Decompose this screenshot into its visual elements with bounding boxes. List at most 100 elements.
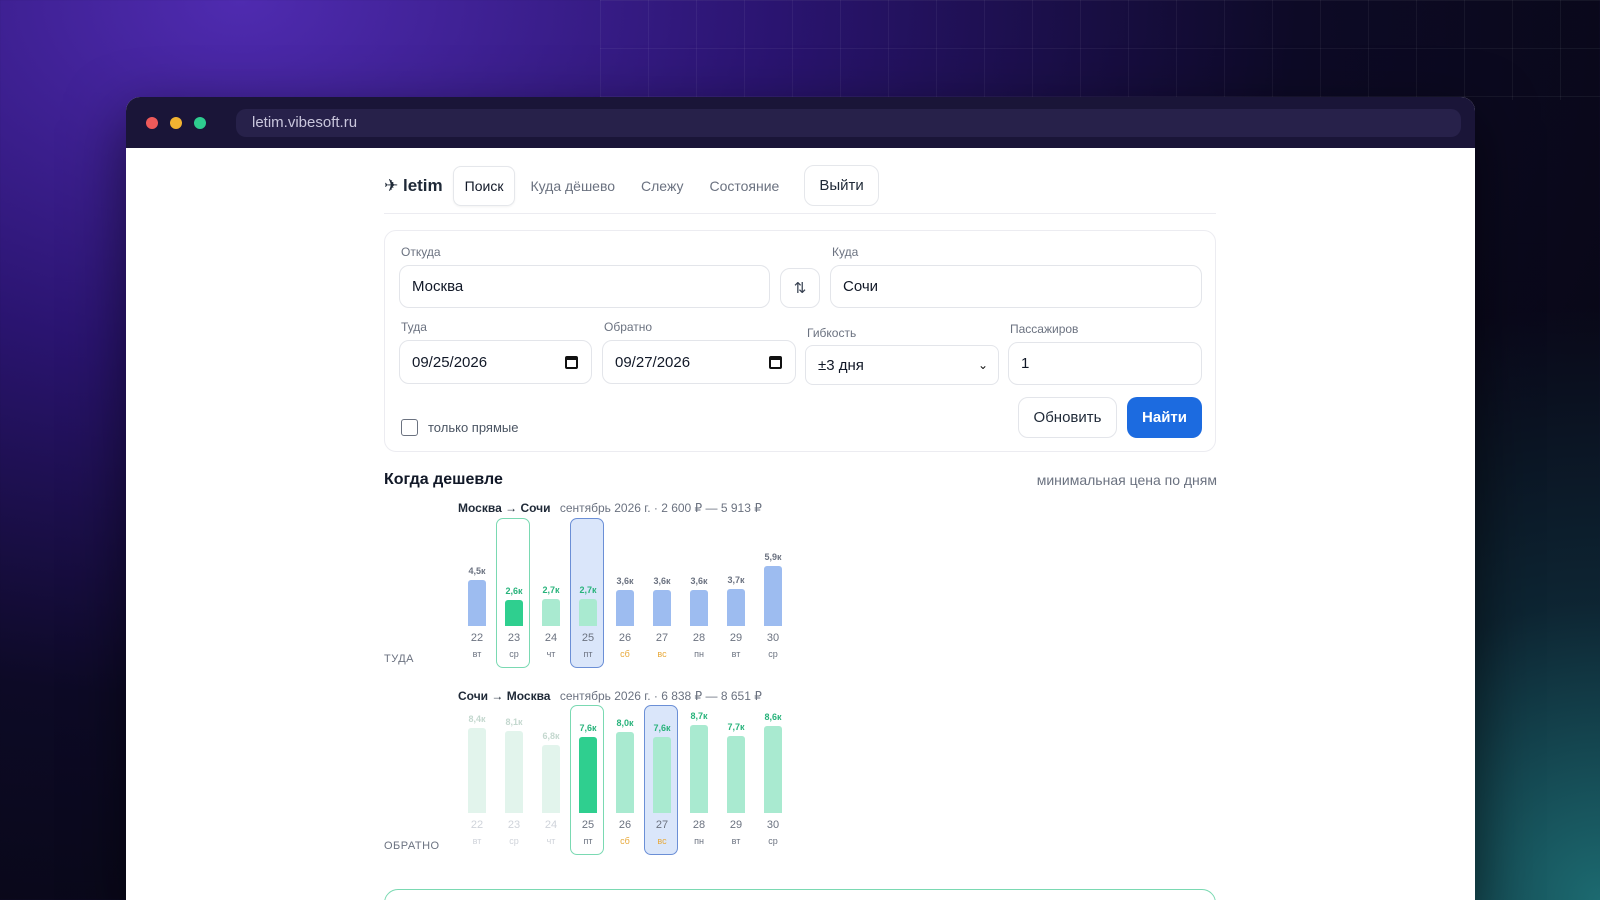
return-label: Обратно	[604, 320, 653, 334]
find-button[interactable]: Найти	[1127, 397, 1202, 438]
direct-only-option[interactable]: только прямые	[401, 419, 518, 436]
day-number: 25	[581, 632, 595, 644]
weekday-label: пн	[694, 649, 704, 659]
weekday-label: пт	[583, 649, 593, 659]
price-label: 8,4к	[468, 714, 486, 724]
day-number: 23	[507, 819, 521, 831]
maximize-window-icon[interactable]	[194, 116, 206, 129]
price-bar[interactable]	[579, 599, 597, 626]
price-bar[interactable]	[764, 726, 782, 813]
day-number: 23	[507, 632, 521, 644]
price-bar[interactable]	[468, 580, 486, 626]
price-label: 3,7к	[727, 575, 745, 585]
browser-window: letim.vibesoft.ru ✈ letim Поиск Куда дёш…	[126, 97, 1475, 900]
price-bar[interactable]	[653, 737, 671, 813]
weekday-label: пт	[583, 836, 593, 846]
weekday-label: чт	[546, 649, 556, 659]
price-label: 7,6к	[653, 723, 671, 733]
depart-date-value: 09/25/2026	[412, 353, 488, 371]
to-field[interactable]: Сочи	[830, 265, 1202, 308]
day-number: 25	[581, 819, 595, 831]
weekday-label: чт	[546, 836, 556, 846]
day-number: 27	[655, 819, 669, 831]
from-label: Откуда	[401, 245, 441, 259]
passengers-input[interactable]: 1	[1008, 342, 1202, 385]
day-number: 28	[692, 632, 706, 644]
return-to: Москва	[506, 689, 551, 703]
section-title: Когда дешевле	[384, 471, 503, 488]
return-route-header: Сочи → Москва сентябрь 2026 г. · 6 838 ₽…	[458, 689, 762, 703]
price-bar[interactable]	[690, 725, 708, 813]
calendar-icon[interactable]	[769, 356, 782, 369]
weekday-label: пн	[694, 836, 704, 846]
tab-search[interactable]: Поиск	[452, 165, 516, 206]
depart-date-field[interactable]: 09/25/2026	[399, 340, 592, 384]
return-meta: сентябрь 2026 г. · 6 838 ₽ — 8 651 ₽	[559, 689, 762, 703]
to-value: Сочи	[843, 278, 879, 295]
calendar-icon[interactable]	[565, 356, 578, 369]
app-logo[interactable]: ✈ letim	[384, 176, 443, 196]
weekday-label: вт	[731, 649, 741, 659]
top-nav: ✈ letim Поиск Куда дёшево Слежу Состояни…	[384, 158, 1216, 214]
depart-label: Туда	[401, 320, 427, 334]
outbound-from: Москва	[458, 501, 502, 515]
price-bar[interactable]	[505, 731, 523, 813]
weekday-label: сб	[620, 649, 630, 659]
weekday-label: ср	[768, 649, 778, 659]
outbound-to: Сочи	[520, 501, 551, 515]
weekday-label: вт	[472, 836, 482, 846]
minimize-window-icon[interactable]	[170, 116, 182, 129]
price-label: 8,6к	[764, 712, 782, 722]
direct-only-checkbox[interactable]	[401, 419, 418, 436]
price-label: 3,6к	[690, 576, 708, 586]
price-bar[interactable]	[505, 600, 523, 626]
swap-icon: ⇅	[793, 280, 807, 297]
logout-button[interactable]: Выйти	[804, 165, 879, 206]
outbound-price-chart: 4,5к 22 вт 2,6к 23 ср 2,7к 24 чт 2,7к 25 пт 3,6к 26 сб…	[460, 518, 790, 670]
from-field[interactable]: Москва	[399, 265, 770, 308]
price-label: 3,6к	[616, 576, 634, 586]
price-bar[interactable]	[616, 590, 634, 626]
swap-cities-button[interactable]: ⇅	[780, 268, 820, 308]
address-bar[interactable]: letim.vibesoft.ru	[236, 108, 1461, 137]
outbound-meta: сентябрь 2026 г. · 2 600 ₽ — 5 913 ₽	[559, 501, 762, 515]
tab-status[interactable]: Состояние	[698, 167, 790, 205]
price-bar[interactable]	[727, 736, 745, 813]
price-bar[interactable]	[616, 732, 634, 813]
day-number: 30	[766, 632, 780, 644]
day-number: 30	[766, 819, 780, 831]
price-label: 3,6к	[653, 576, 671, 586]
price-label: 8,1к	[505, 717, 523, 727]
price-bar[interactable]	[468, 728, 486, 813]
outbound-arrow: →	[505, 501, 518, 515]
return-date-field[interactable]: 09/27/2026	[602, 340, 796, 384]
price-label: 2,6к	[505, 586, 523, 596]
day-number: 29	[729, 632, 743, 644]
tab-cheap-destinations[interactable]: Куда дёшево	[519, 167, 626, 205]
day-number: 26	[618, 632, 632, 644]
page-content: ✈ letim Поиск Куда дёшево Слежу Состояни…	[126, 148, 1475, 900]
price-label: 8,0к	[616, 718, 634, 728]
close-window-icon[interactable]	[146, 116, 158, 129]
chevron-down-icon: ⌄	[977, 358, 988, 372]
refresh-button[interactable]: Обновить	[1018, 397, 1117, 438]
return-direction-label: ОБРАТНО	[384, 840, 440, 852]
price-label: 8,7к	[690, 711, 708, 721]
return-date-value: 09/27/2026	[615, 353, 691, 371]
price-bar[interactable]	[764, 566, 782, 626]
price-bar[interactable]	[653, 590, 671, 626]
price-bar[interactable]	[542, 745, 560, 813]
day-number: 22	[470, 819, 484, 831]
weekday-label: ср	[509, 836, 519, 846]
day-number: 28	[692, 819, 706, 831]
return-price-chart: 8,4к 22 вт 8,1к 23 ср 6,8к 24 чт 7,6к 25 пт 8,0к 26 сб…	[460, 705, 790, 857]
price-bar[interactable]	[727, 589, 745, 626]
price-bar[interactable]	[690, 590, 708, 626]
flex-select[interactable]: ±3 дня ⌄	[805, 345, 999, 385]
price-label: 4,5к	[468, 566, 486, 576]
tab-watching[interactable]: Слежу	[630, 167, 694, 205]
price-bar[interactable]	[542, 599, 560, 626]
return-arrow: →	[491, 689, 504, 703]
background-grid	[600, 0, 1600, 100]
price-bar[interactable]	[579, 737, 597, 813]
